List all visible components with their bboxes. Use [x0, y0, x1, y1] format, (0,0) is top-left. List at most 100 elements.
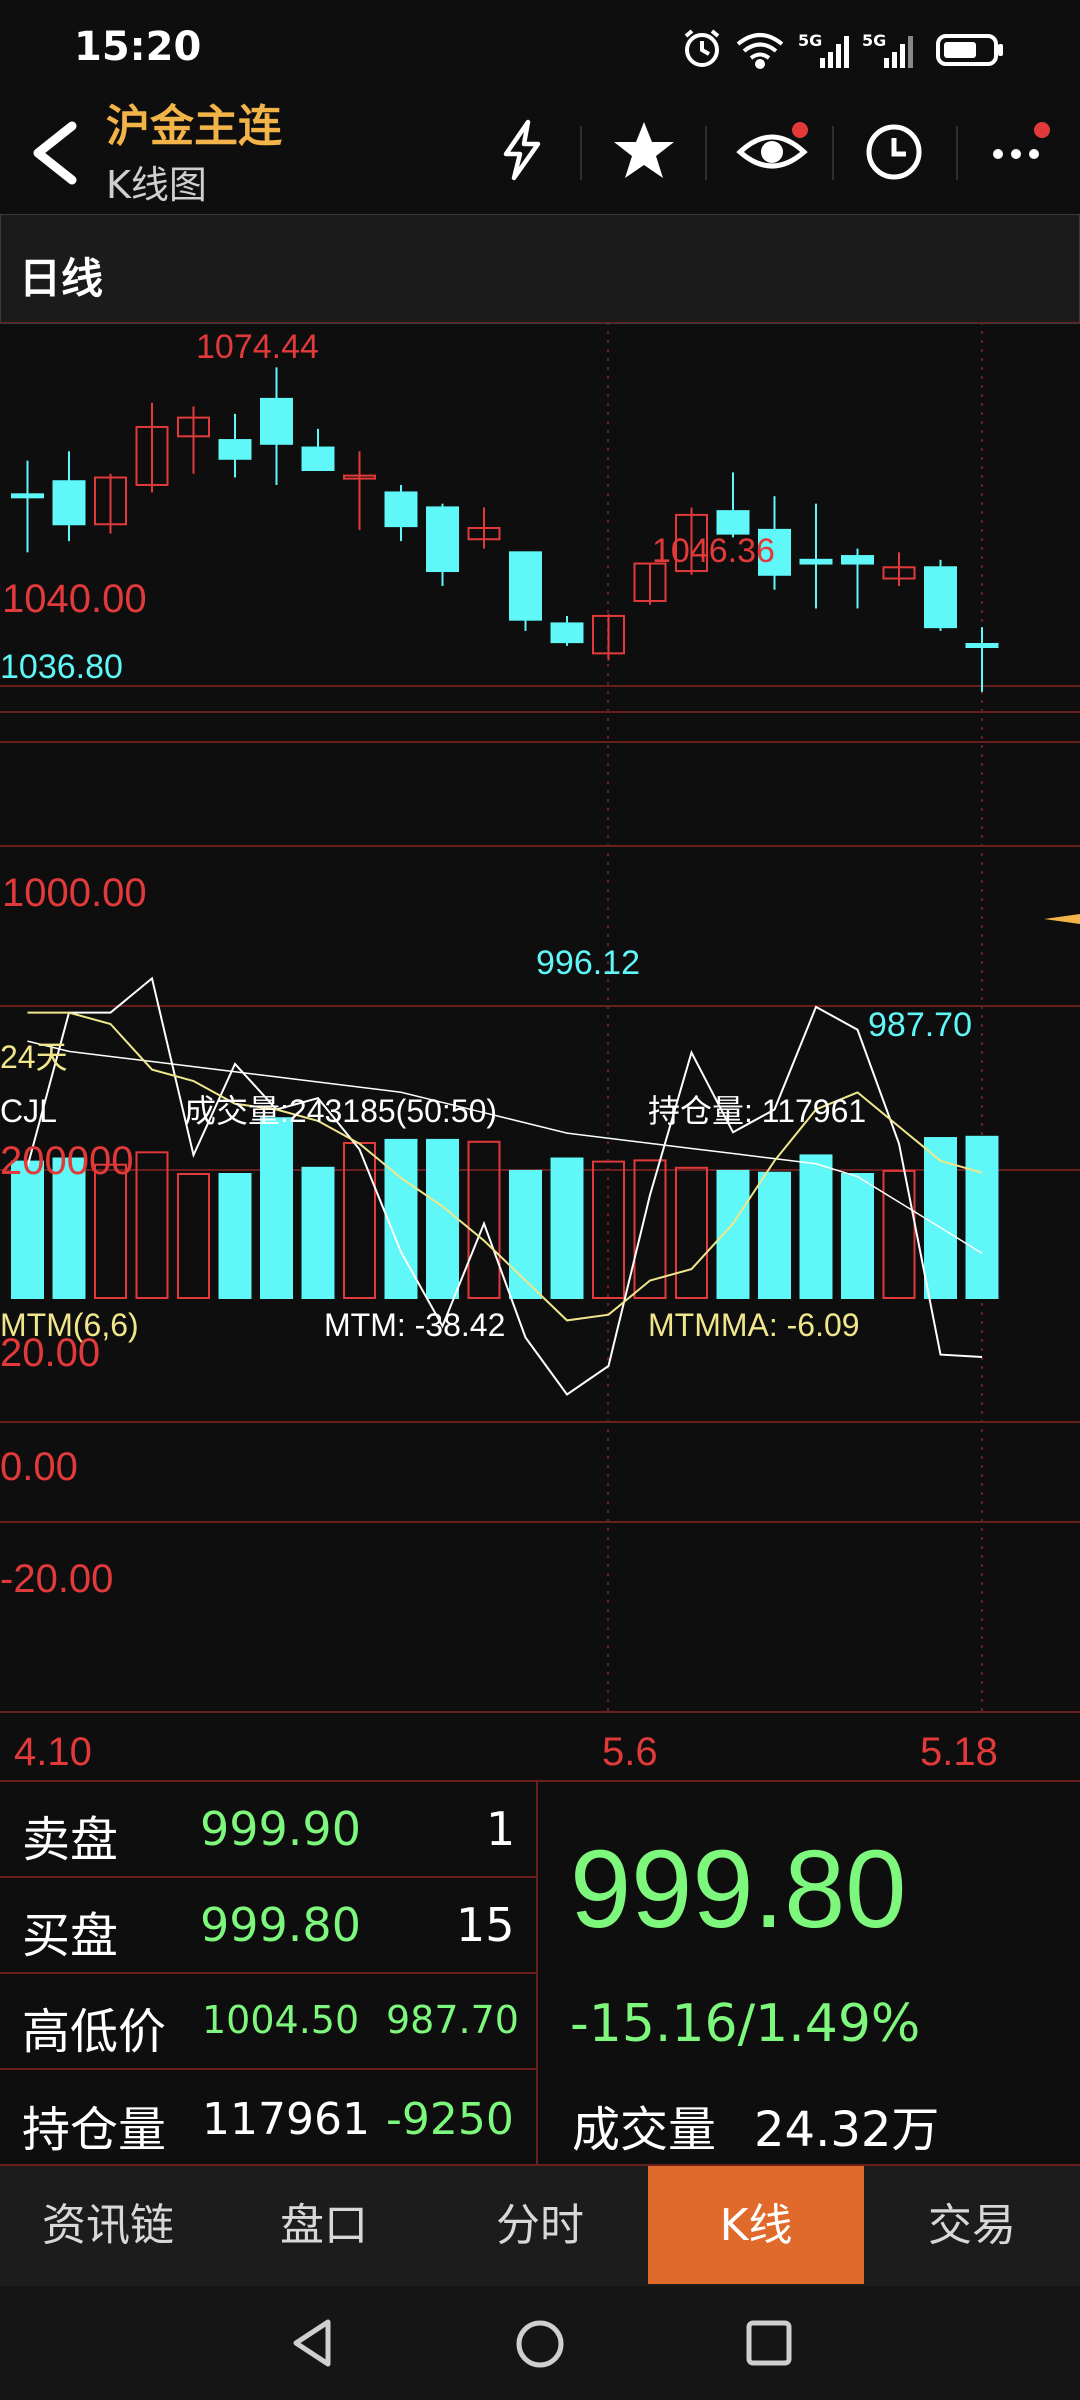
mtm-axis-mid: 0.00: [0, 1445, 78, 1489]
mtm-axis-bottom: -20.00: [0, 1557, 113, 1601]
volume-bar: [924, 1137, 957, 1299]
volume-bar: [758, 1171, 791, 1300]
tab-orderbook[interactable]: 盘口: [216, 2166, 432, 2286]
candle-body: [260, 397, 293, 445]
signal-label: 5G: [798, 31, 822, 50]
more-icon[interactable]: [990, 118, 1060, 182]
signal-bars-icon: [820, 36, 849, 68]
date-label-mid: 5.6: [602, 1730, 658, 1774]
tab-news[interactable]: 资讯链: [0, 2166, 216, 2286]
alarm-icon: [684, 29, 720, 67]
volume-value-label: 成交量:243185(50:50): [184, 1093, 497, 1129]
high-price-label: 1074.44: [196, 328, 319, 366]
candle-body: [799, 558, 833, 565]
divider: [0, 1972, 536, 1974]
date-label-start: 4.10: [14, 1730, 92, 1774]
open-interest-label-q: 持仓量: [22, 2102, 167, 2158]
candle-body: [52, 480, 86, 526]
mtm-value-label: MTM: -38.42: [324, 1307, 505, 1343]
volume-bar: [882, 1169, 916, 1300]
header-divider: [956, 126, 958, 180]
period-selector[interactable]: 日线: [0, 214, 1080, 324]
high-low-label: 高低价: [22, 2004, 167, 2060]
battery-icon: [936, 34, 1003, 66]
status-icons: 5G 5G: [684, 29, 1003, 69]
price-change: -15.16/1.49%: [570, 1994, 921, 2054]
signal-bars-icon-2: [884, 36, 913, 68]
volume-bar: [260, 1117, 293, 1300]
volume-bar: [467, 1140, 501, 1300]
period-count-label: 24天: [0, 1039, 68, 1075]
volume-bar: [965, 1135, 999, 1299]
star-icon[interactable]: [612, 118, 676, 182]
divider: [0, 1780, 1080, 1782]
back-arrow-icon[interactable]: [24, 118, 84, 188]
quote-panel: 卖盘 999.90 1 买盘 999.80 15 高低价 1004.50 987…: [0, 1780, 1080, 2166]
kline-chart[interactable]: 1074.44 1046.36 996.12 987.70 1036.80 10…: [0, 322, 1080, 1780]
system-nav-bar: [0, 2286, 1080, 2400]
volume-bar: [384, 1138, 418, 1300]
tab-trade[interactable]: 交易: [864, 2166, 1080, 2286]
volume-bar: [426, 1138, 459, 1300]
candle-body: [716, 510, 750, 535]
open-interest-label: 持仓量: 117961: [648, 1093, 866, 1129]
eye-icon[interactable]: [736, 118, 808, 182]
volume-indicator-name: CJL: [0, 1093, 57, 1129]
tab-intraday[interactable]: 分时: [432, 2166, 648, 2286]
candle-body: [924, 566, 957, 629]
back-triangle-icon[interactable]: [286, 2316, 340, 2370]
low-price: 987.70: [386, 1998, 519, 2042]
volume-bar: [94, 1163, 127, 1300]
second-high-label: 1046.36: [652, 532, 775, 570]
candle-body: [426, 506, 459, 573]
volume-bar: [177, 1173, 210, 1299]
candle-body: [509, 551, 542, 621]
wifi-icon: [736, 33, 784, 69]
buy-price: 999.80: [200, 1898, 361, 1952]
volume-label: 成交量: [572, 2102, 717, 2158]
mtm-axis-top: 20.00: [0, 1331, 100, 1375]
candle-body: [11, 493, 44, 499]
volume-bar: [218, 1173, 252, 1299]
buy-qty: 15: [456, 1898, 515, 1952]
current-price-marker: [1044, 914, 1080, 924]
volume-bar: [550, 1157, 584, 1299]
volume-bar: [675, 1166, 708, 1299]
status-bar: 15:20 5G 5G: [0, 0, 1080, 100]
candle-body: [965, 643, 999, 648]
open-interest-change: -9250: [386, 2094, 514, 2145]
header-divider: [832, 126, 834, 180]
tab-kline[interactable]: K线: [648, 2166, 864, 2284]
lightning-icon[interactable]: [490, 118, 554, 182]
clock-icon[interactable]: [862, 118, 926, 182]
low-price-label: 996.12: [536, 944, 640, 982]
header-divider: [580, 126, 582, 180]
candle-body: [384, 491, 418, 528]
volume-bar: [343, 1142, 376, 1299]
divider: [0, 2068, 536, 2070]
candles-group: [11, 367, 999, 692]
candle-body: [218, 439, 252, 460]
volume-value: 24.32万: [754, 2102, 940, 2158]
candle-body: [841, 555, 874, 565]
open-interest-value: 117961: [202, 2094, 370, 2145]
bottom-tabs: 资讯链 盘口 分时 K线 交易: [0, 2166, 1080, 2286]
recents-square-icon[interactable]: [742, 2316, 796, 2370]
buy-label: 买盘: [22, 1908, 119, 1964]
volume-bar: [509, 1169, 542, 1300]
candle-body: [301, 446, 335, 471]
page-title: 沪金主连: [106, 101, 282, 152]
sell-price: 999.90: [200, 1802, 361, 1856]
price-axis-bottom: 1000.00: [2, 871, 147, 915]
volume-bar: [799, 1154, 833, 1300]
home-circle-icon[interactable]: [512, 2316, 568, 2372]
volume-bar: [841, 1173, 874, 1299]
last-price: 999.80: [570, 1828, 907, 1951]
high-price: 1004.50: [202, 1998, 360, 2042]
price-axis-top: 1040.00: [2, 577, 147, 621]
period-label: 日线: [19, 254, 104, 303]
status-time: 15:20: [74, 24, 202, 70]
sell-qty: 1: [486, 1802, 516, 1856]
page-subtitle: K线图: [106, 163, 207, 207]
header-divider: [705, 126, 707, 180]
